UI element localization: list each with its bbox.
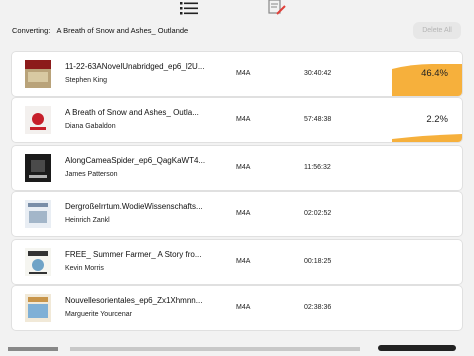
item-author: Stephen King — [65, 77, 108, 84]
item-duration: 11:56:32 — [304, 164, 331, 171]
item-format: M4A — [236, 164, 251, 171]
item-title: Nouvellesorientales_ep6_Zx1Xhmnn... — [65, 296, 203, 305]
item-duration: 00:18:25 — [304, 258, 332, 265]
list-item[interactable]: FREE_ Summer Farmer_ A Story fro... Kevi… — [12, 240, 462, 284]
list-item[interactable]: 11-22-63ANovelUnabridged_ep6_l2U... Step… — [12, 52, 462, 96]
item-format: M4A — [236, 116, 251, 123]
progress-indicator: 46.4% — [392, 52, 462, 96]
conversion-status-bar: Converting: A Breath of Snow and Ashes_ … — [0, 18, 474, 44]
item-author: Diana Gabaldon — [65, 123, 116, 130]
progress-indicator: 2.2% — [392, 98, 462, 142]
converting-label: Converting: — [12, 26, 51, 35]
list-item[interactable]: AlongCameaSpider_ep6_QagKaWT4... James P… — [12, 146, 462, 190]
item-format: M4A — [236, 258, 251, 265]
progress-percent: 46.4% — [421, 68, 448, 79]
list-icon[interactable] — [178, 0, 202, 16]
book-cover — [25, 248, 51, 276]
book-cover — [25, 154, 51, 182]
item-title: DergroßeIrrtum.WodieWissenschafts... — [65, 202, 203, 211]
item-duration: 02:38:36 — [304, 304, 332, 311]
book-cover — [25, 106, 51, 134]
item-duration: 30:40:42 — [304, 70, 332, 77]
list-item[interactable]: A Breath of Snow and Ashes_ Outla... Dia… — [12, 98, 462, 142]
item-author: James Patterson — [65, 171, 118, 178]
converting-status: Converting: A Breath of Snow and Ashes_ … — [12, 26, 188, 35]
book-cover — [25, 294, 51, 322]
item-format: M4A — [236, 304, 251, 311]
edit-icon[interactable] — [265, 0, 289, 16]
book-cover — [25, 60, 51, 88]
item-format: M4A — [236, 70, 251, 77]
bottom-bar — [0, 338, 474, 351]
list-item[interactable]: Nouvellesorientales_ep6_Zx1Xhmnn... Marg… — [12, 286, 462, 330]
item-title: AlongCameaSpider_ep6_QagKaWT4... — [65, 156, 206, 165]
delete-all-button[interactable]: Delete All — [413, 22, 461, 39]
progress-percent: 2.2% — [426, 114, 448, 125]
item-duration: 02:02:52 — [304, 210, 332, 217]
toolbar — [0, 0, 474, 18]
item-title: FREE_ Summer Farmer_ A Story fro... — [65, 250, 202, 259]
item-author: Marguerite Yourcenar — [65, 311, 132, 318]
item-title: A Breath of Snow and Ashes_ Outla... — [65, 108, 199, 117]
list-item[interactable]: DergroßeIrrtum.WodieWissenschafts... Hei… — [12, 192, 462, 236]
book-cover — [25, 200, 51, 228]
converting-title: A Breath of Snow and Ashes_ Outlande — [56, 26, 189, 35]
item-duration: 57:48:38 — [304, 116, 332, 123]
item-author: Kevin Morris — [65, 265, 104, 272]
item-author: Heinrich Zankl — [65, 217, 110, 224]
item-title: 11-22-63ANovelUnabridged_ep6_l2U... — [65, 62, 205, 71]
item-format: M4A — [236, 210, 251, 217]
